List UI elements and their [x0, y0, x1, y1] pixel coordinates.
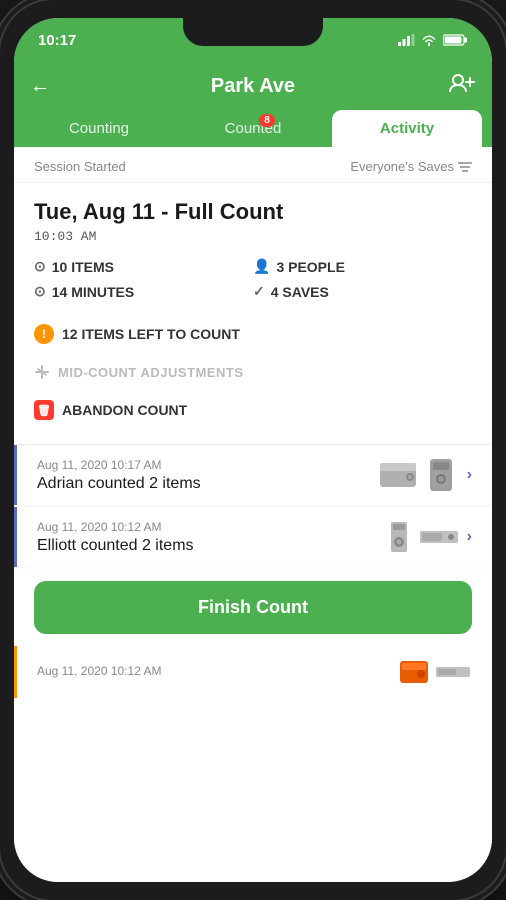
activity-item-1-right: ›	[377, 457, 472, 493]
screen-content: ← Park Ave Counting Counted	[14, 62, 492, 882]
tab-activity[interactable]: Activity	[332, 110, 482, 147]
thumb-flat-small	[434, 658, 472, 686]
activity-item-2-left: Aug 11, 2020 10:12 AM Elliott counted 2 …	[37, 520, 194, 555]
wifi-icon	[421, 34, 437, 46]
activity-item-1-left: Aug 11, 2020 10:17 AM Adrian counted 2 i…	[37, 458, 201, 493]
check-icon: ✓	[253, 283, 265, 300]
tab-bar: Counting Counted 8 Activity	[14, 100, 492, 147]
activity-item-1[interactable]: Aug 11, 2020 10:17 AM Adrian counted 2 i…	[14, 445, 492, 505]
count-title-section: Tue, Aug 11 - Full Count 10:03 AM ⊙ 10 I…	[14, 183, 492, 445]
filter-control[interactable]: Everyone's Saves	[350, 159, 472, 174]
abandon-count[interactable]: 🗑 ABANDON COUNT	[34, 392, 472, 432]
people-icon: 👤	[253, 258, 270, 275]
items-icon: ⊙	[34, 258, 46, 275]
activity-item-1-desc: Adrian counted 2 items	[37, 475, 201, 493]
main-content: Session Started Everyone's Saves Tue, Au…	[14, 147, 492, 882]
finish-button-container: Finish Count	[14, 569, 492, 646]
status-icons	[398, 34, 468, 46]
count-stats: ⊙ 10 ITEMS 👤 3 PEOPLE ⊙ 14 MINUTES ✓	[34, 258, 472, 300]
add-people-button[interactable]	[446, 72, 476, 100]
activity-item-1-thumbs	[377, 457, 459, 493]
thumb-hd-flat	[377, 457, 419, 493]
items-left: ! 12 ITEMS LEFT TO COUNT	[34, 314, 472, 356]
stat-people: 👤 3 PEOPLE	[253, 258, 472, 275]
activity-item-1-date: Aug 11, 2020 10:17 AM	[37, 458, 201, 472]
activity-item-3-date: Aug 11, 2020 10:12 AM	[37, 664, 162, 678]
thumb-orange	[398, 658, 430, 686]
activity-item-3-thumbs	[398, 658, 472, 686]
app-header: ← Park Ave	[14, 62, 492, 100]
stat-saves: ✓ 4 SAVES	[253, 283, 472, 300]
chevron-right-icon-1: ›	[467, 466, 472, 484]
chevron-right-icon-2: ›	[467, 528, 472, 546]
activity-item-3-right	[398, 658, 472, 686]
activity-item-2-desc: Elliott counted 2 items	[37, 537, 194, 555]
session-started-label: Session Started	[34, 159, 126, 174]
phone-frame: 10:17	[0, 0, 506, 900]
finish-count-button[interactable]: Finish Count	[34, 581, 472, 634]
phone-screen: 10:17	[14, 18, 492, 882]
phone-notch	[183, 18, 323, 46]
thumb-flat-drive	[419, 519, 459, 555]
activity-item-2-thumbs	[383, 519, 459, 555]
status-time: 10:17	[38, 32, 76, 49]
trash-icon: 🗑	[34, 400, 54, 420]
activity-item-3-partial[interactable]: Aug 11, 2020 10:12 AM	[14, 646, 492, 698]
activity-feed: Aug 11, 2020 10:17 AM Adrian counted 2 i…	[14, 445, 492, 698]
activity-item-2[interactable]: Aug 11, 2020 10:12 AM Elliott counted 2 …	[14, 507, 492, 567]
battery-icon	[443, 34, 468, 46]
adjustments-icon	[34, 364, 50, 380]
tab-counted[interactable]: Counted 8	[178, 110, 328, 147]
warning-icon: !	[34, 324, 54, 344]
thumb-tall-drive	[383, 519, 415, 555]
page-title: Park Ave	[60, 75, 446, 98]
counted-badge: 8	[259, 114, 275, 127]
stat-items: ⊙ 10 ITEMS	[34, 258, 253, 275]
count-date: Tue, Aug 11 - Full Count	[34, 199, 472, 225]
filter-icon	[458, 161, 472, 173]
back-button[interactable]: ←	[30, 75, 60, 98]
count-time: 10:03 AM	[34, 229, 472, 244]
activity-item-2-right: ›	[383, 519, 472, 555]
stat-minutes: ⊙ 14 MINUTES	[34, 283, 253, 300]
mid-count-adjustments[interactable]: MID-COUNT ADJUSTMENTS	[34, 356, 472, 392]
activity-item-3-left: Aug 11, 2020 10:12 AM	[37, 664, 162, 681]
signal-icon	[398, 34, 415, 46]
tab-counting[interactable]: Counting	[24, 110, 174, 147]
time-icon: ⊙	[34, 283, 46, 300]
activity-item-2-date: Aug 11, 2020 10:12 AM	[37, 520, 194, 534]
session-header: Session Started Everyone's Saves	[14, 147, 492, 183]
thumb-tower	[423, 457, 459, 493]
